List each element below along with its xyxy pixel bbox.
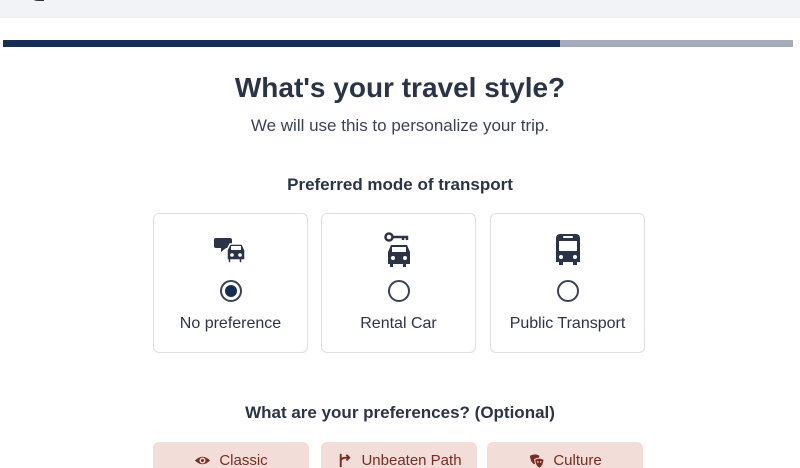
masks-icon xyxy=(530,454,545,468)
radio-public-transport[interactable] xyxy=(556,280,579,302)
chip-classic[interactable]: Classic xyxy=(153,442,309,468)
car-and-chat-icon xyxy=(213,238,246,264)
car-with-key-icon xyxy=(383,232,410,267)
page-title: What's your travel style? xyxy=(234,72,566,103)
transport-option-public-transport[interactable]: Public Transport xyxy=(490,213,645,353)
page-subtitle: We will use this to personalize your tri… xyxy=(250,116,550,135)
signpost-icon xyxy=(340,453,352,468)
radio-rental-car[interactable] xyxy=(387,280,410,302)
chip-label: Culture xyxy=(553,452,602,468)
bus-icon xyxy=(555,234,580,265)
transport-option-label: No preference xyxy=(179,315,282,332)
progress-bar xyxy=(3,40,793,47)
progress-fill xyxy=(3,40,560,47)
transport-option-label: Rental Car xyxy=(360,315,437,332)
logo-icon xyxy=(33,0,44,1)
transport-option-rental-car[interactable]: Rental Car xyxy=(321,213,476,353)
eye-icon xyxy=(195,456,211,465)
transport-section-label: Preferred mode of transport xyxy=(287,175,513,194)
preference-chips: Classic Unbeaten Path Culture xyxy=(153,442,645,468)
chip-label: Unbeaten Path xyxy=(361,452,462,468)
chip-unbeaten-path[interactable]: Unbeaten Path xyxy=(321,442,477,468)
transport-options: No preference Rental Car Public Transpor… xyxy=(153,213,645,353)
chip-culture[interactable]: Culture xyxy=(487,442,643,468)
transport-option-label: Public Transport xyxy=(509,315,626,332)
radio-no-preference[interactable] xyxy=(219,280,242,302)
transport-option-no-preference[interactable]: No preference xyxy=(153,213,308,353)
preferences-section-label: What are your preferences? (Optional) xyxy=(245,403,555,422)
top-bar xyxy=(0,0,800,18)
chip-label: Classic xyxy=(219,452,268,468)
